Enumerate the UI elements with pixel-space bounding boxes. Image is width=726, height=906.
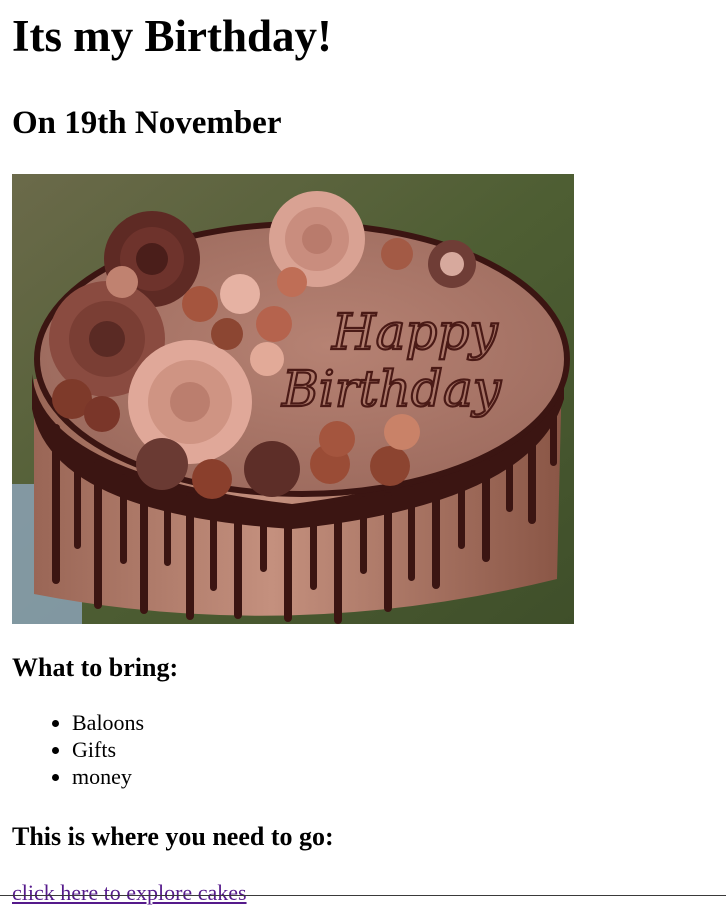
- list-item: money: [72, 763, 726, 790]
- page: Its my Birthday! On 19th November Happy …: [0, 0, 726, 906]
- birthday-cake-image: Happy Birthday: [12, 174, 574, 624]
- bring-heading: What to bring:: [12, 653, 179, 682]
- date-heading: On 19th November: [12, 105, 282, 141]
- bring-list: Baloons Gifts money: [12, 709, 726, 790]
- page-title: Its my Birthday!: [12, 11, 333, 61]
- cake-text-birthday: Birthday: [281, 360, 502, 418]
- list-item: Baloons: [72, 709, 726, 736]
- bottom-divider: [0, 895, 726, 896]
- list-item: Gifts: [72, 736, 726, 763]
- cake-text-happy: Happy: [331, 303, 498, 361]
- explore-cakes-link[interactable]: click here to explore cakes: [12, 880, 247, 906]
- directions-heading: This is where you need to go:: [12, 822, 334, 851]
